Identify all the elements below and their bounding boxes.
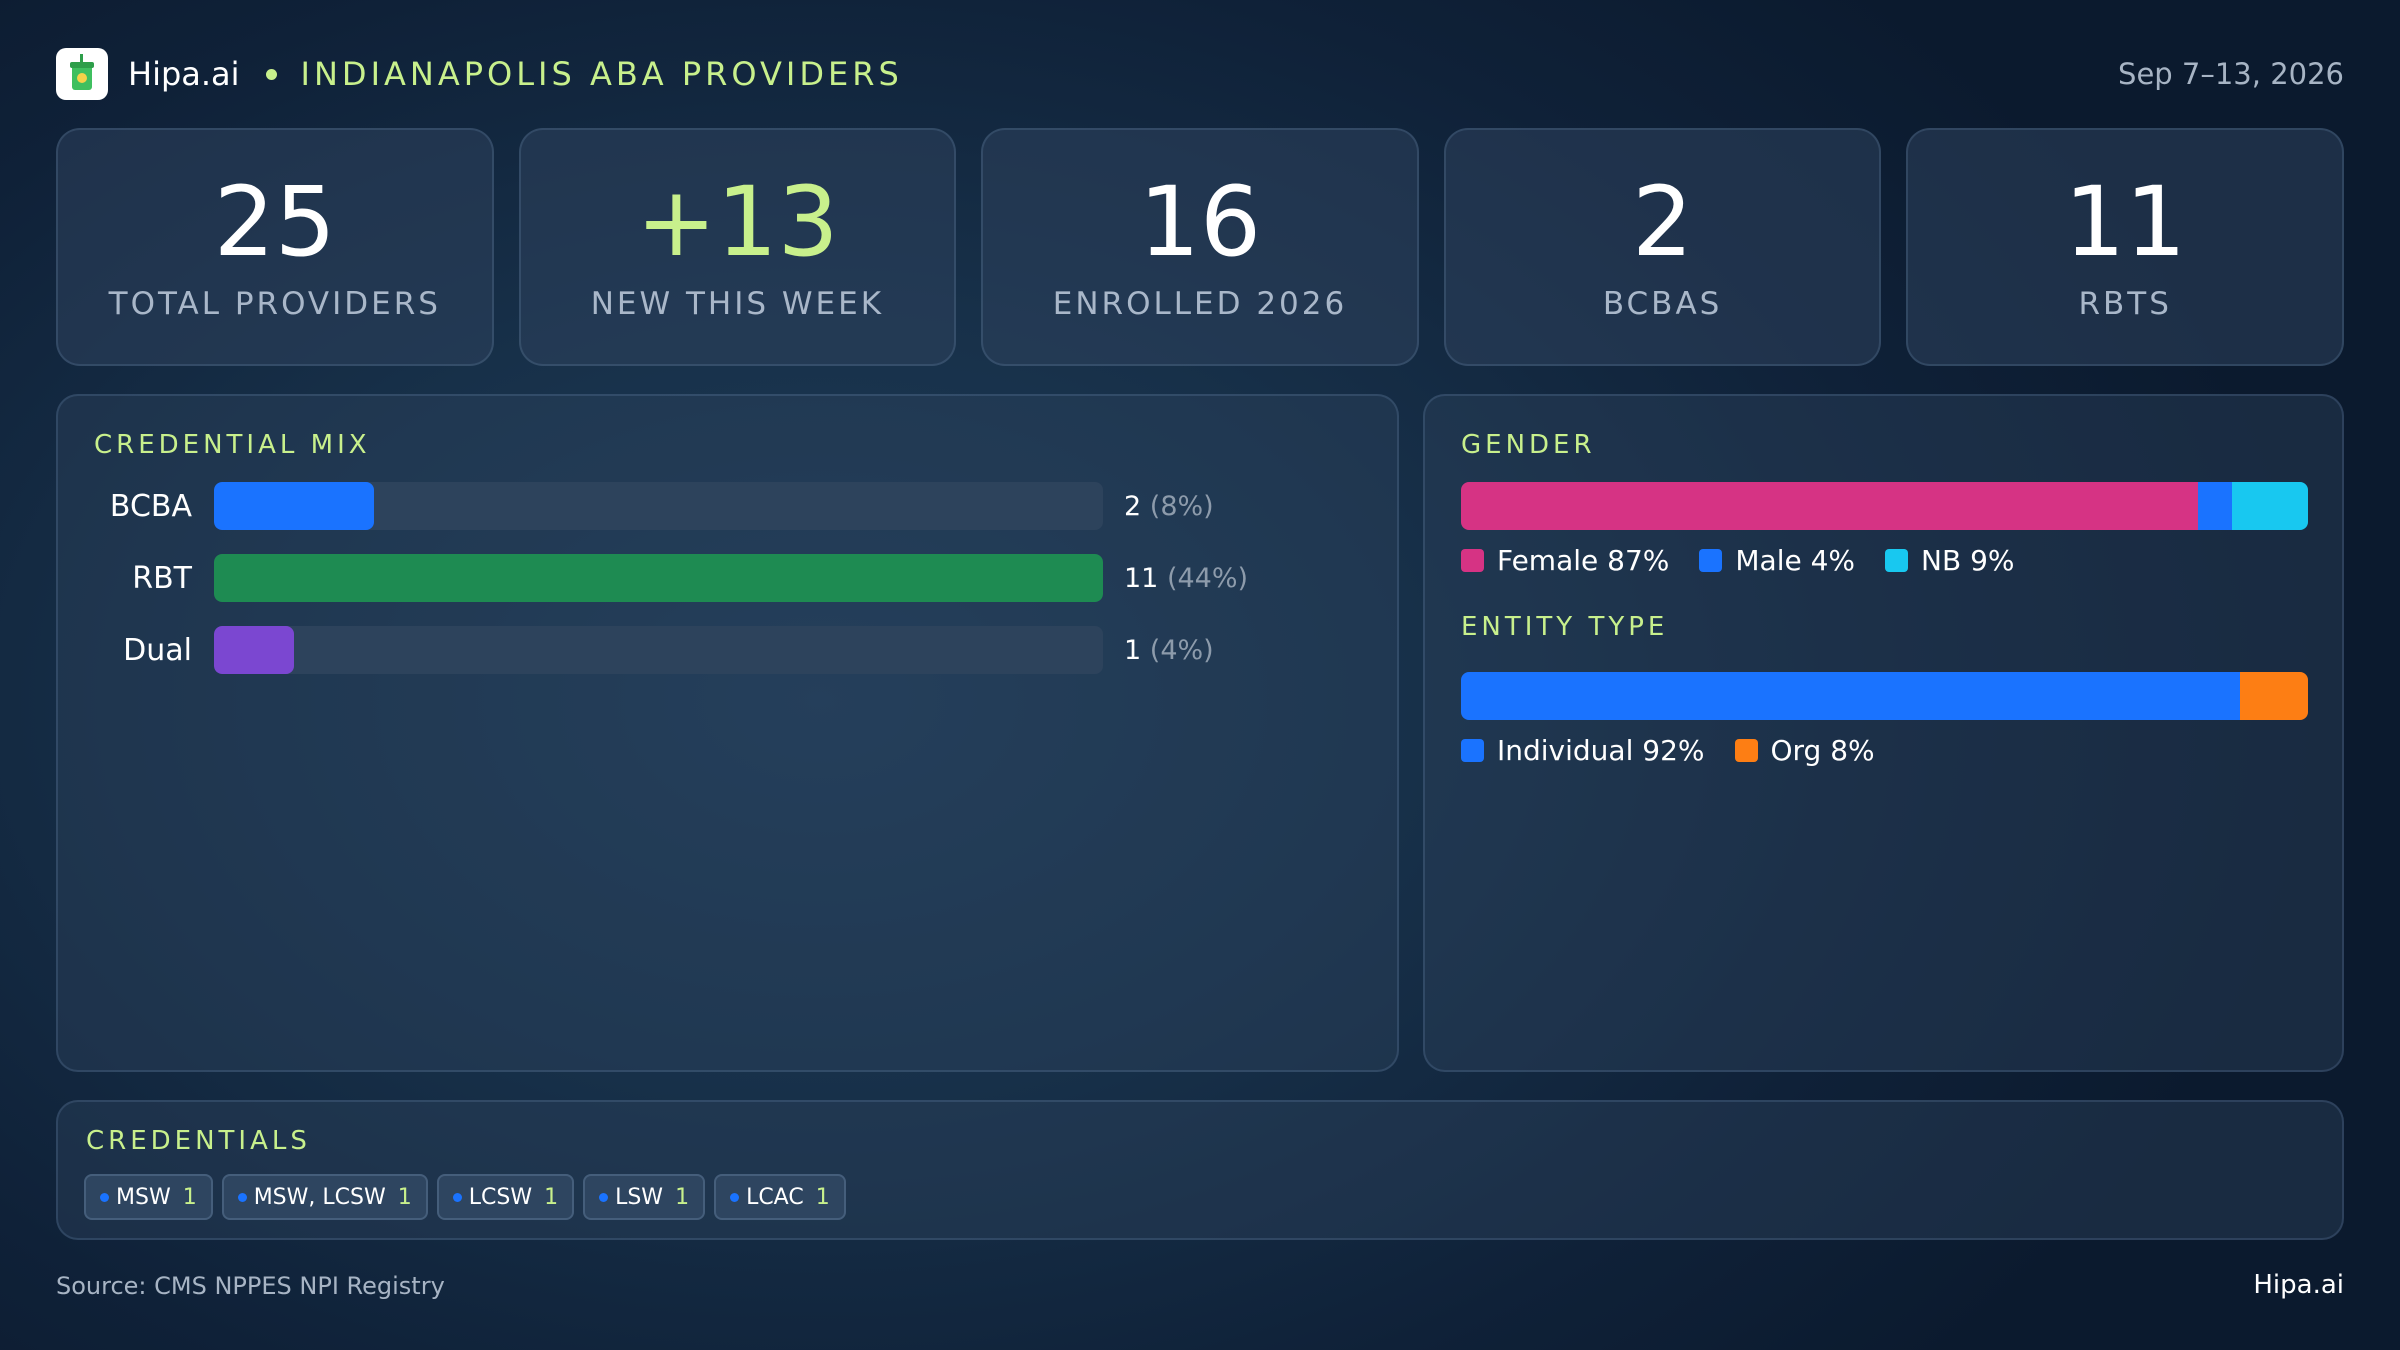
stat-value: +13 [636,166,839,278]
chip-label: LCSW [468,1184,533,1210]
stats-row: 25 TOTAL PROVIDERS +13 NEW THIS WEEK 16 … [56,128,2344,366]
legend-label: Female 87% [1497,544,1670,577]
chip-dot [100,1192,109,1202]
bar-track [214,554,1103,602]
legend-item: Male 4% [1699,544,1855,577]
credential-chip[interactable]: LSW 1 [583,1174,706,1220]
credential-mix-panel: CREDENTIAL MIX BCBA 2 (8%) RBT 11 (44%) … [56,394,1399,1072]
chip-dot [730,1192,740,1202]
bar-track [214,482,1103,530]
stacked-bar-segment [1461,482,2198,530]
bar-fill [214,482,375,530]
bar-percent: (8%) [1149,490,1214,522]
stacked-bar-segment [1461,672,2241,720]
brand-name: Hipa.ai [128,55,240,93]
stacked-bar-segment [2231,482,2308,530]
credential-chip[interactable]: MSW 1 [84,1174,213,1220]
bar-percent: (4%) [1149,634,1214,666]
stat-new-this-week: +13 NEW THIS WEEK [518,128,957,366]
bar-value: 1 (4%) [1124,635,1214,666]
chip-count: 1 [675,1184,690,1210]
header: Hipa.ai INDIANAPOLIS ABA PROVIDERS Sep 7… [56,48,2344,100]
bar-count: 2 [1124,490,1142,522]
stat-label: NEW THIS WEEK [590,286,885,322]
legend-swatch [1699,549,1723,572]
gender-title: GENDER [1461,430,1596,460]
credential-chips: MSW 1 MSW, LCSW 1 LCSW 1 LSW 1 LCAC 1 [84,1174,846,1220]
gender-stacked-bar [1461,482,2308,530]
footer-brand: Hipa.ai [2253,1270,2344,1300]
credential-mix-title: CREDENTIAL MIX [94,430,371,460]
stacked-bar-segment [2197,482,2232,530]
legend-item: Individual 92% [1461,734,1705,767]
data-source: Source: CMS NPPES NPI Registry [56,1272,445,1300]
bar-percent: (44%) [1166,562,1249,594]
stat-bcbas: 2 BCBAS [1443,128,1882,366]
stat-total-providers: 25 TOTAL PROVIDERS [56,128,494,366]
legend-item: Org 8% [1734,734,1875,767]
chip-label: LSW [615,1184,664,1210]
chip-label: MSW [116,1184,171,1210]
stat-value: 25 [213,166,336,278]
legend-item: Female 87% [1461,544,1669,577]
chip-count: 1 [544,1184,559,1210]
bar-count: 11 [1124,562,1159,594]
bar-value: 2 (8%) [1124,491,1214,522]
legend-label: Male 4% [1735,544,1856,577]
stat-enrolled-2026: 16 ENROLLED 2026 [981,128,1419,366]
credential-bar-dual: Dual 1 (4%) [58,626,1401,674]
stat-value: 16 [1138,166,1262,278]
stat-value: 11 [2064,166,2187,278]
bar-count: 1 [1124,634,1142,666]
date-range: Sep 7–13, 2026 [2118,57,2344,91]
stat-label: RBTS [2078,286,2172,322]
stat-label: BCBAS [1602,286,1723,322]
legend-swatch [1885,549,1909,572]
bar-track [214,626,1103,674]
chip-count: 1 [182,1184,197,1210]
bar-fill [214,554,1103,602]
chip-dot [237,1192,247,1202]
legend-swatch [1734,739,1758,762]
credential-bar-rbt: RBT 11 (44%) [58,554,1401,602]
chip-label: LCAC [746,1184,804,1210]
credential-chip[interactable]: LCAC 1 [714,1174,846,1220]
legend-swatch [1461,549,1484,572]
bar-label: BCBA [109,488,192,524]
chip-label: MSW, LCSW [253,1184,386,1210]
entity-type-legend: Individual 92% Org 8% [1461,734,1905,767]
credential-chip[interactable]: MSW, LCSW 1 [221,1174,428,1220]
bar-fill [214,626,294,674]
credential-bar-bcba: BCBA 2 (8%) [58,482,1401,530]
credentials-title: CREDENTIALS [86,1126,311,1156]
legend-label: Org 8% [1770,734,1875,767]
legend-label: Individual 92% [1497,734,1705,767]
chip-dot [452,1192,462,1202]
separator-dot [265,68,277,80]
chip-dot [599,1192,609,1202]
stat-label: ENROLLED 2026 [1052,286,1348,322]
legend-label: NB 9% [1921,544,2015,577]
stat-value: 2 [1632,166,1694,278]
chip-count: 1 [815,1184,830,1210]
bar-label: Dual [123,632,192,668]
credential-chip[interactable]: LCSW 1 [436,1174,575,1220]
legend-item: NB 9% [1885,544,2015,577]
bar-value: 11 (44%) [1124,563,1248,594]
legend-swatch [1461,739,1484,762]
chip-count: 1 [397,1184,412,1210]
hipa-logo-icon [56,48,108,100]
stat-label: TOTAL PROVIDERS [108,286,441,322]
entity-type-title: ENTITY TYPE [1461,612,1669,642]
demographics-panel: GENDER Female 87% Male 4% NB 9% ENTITY TYP… [1423,394,2344,1072]
credentials-panel: CREDENTIALS MSW 1 MSW, LCSW 1 LCSW 1 LSW 1 L… [56,1100,2344,1240]
stat-rbts: 11 RBTS [1906,128,2344,366]
page-title: INDIANAPOLIS ABA PROVIDERS [300,55,903,93]
stacked-bar-segment [2240,672,2308,720]
bar-label: RBT [132,560,192,596]
entity-type-stacked-bar [1461,672,2308,720]
gender-legend: Female 87% Male 4% NB 9% [1461,544,2045,577]
